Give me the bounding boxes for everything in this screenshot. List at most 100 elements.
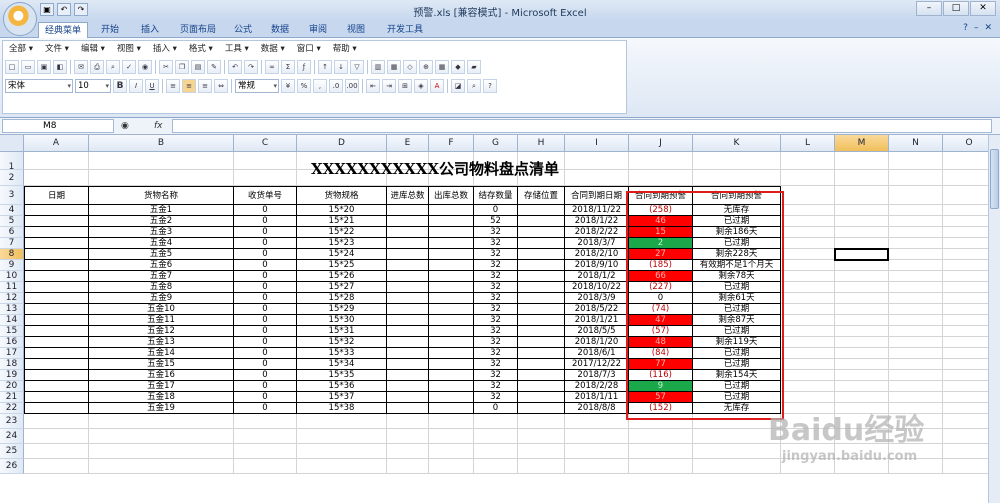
table-cell[interactable]: 0 — [234, 348, 297, 359]
table-cell[interactable] — [518, 392, 565, 403]
table-cell[interactable]: 五金5 — [89, 249, 234, 260]
grid-cell[interactable] — [297, 414, 387, 429]
dropdown-circle-icon[interactable]: ◉ — [121, 119, 129, 133]
table-cell[interactable]: 五金2 — [89, 216, 234, 227]
decrease-indent-icon[interactable]: ⇤ — [366, 79, 380, 93]
table-cell[interactable]: 剩余119天 — [693, 337, 781, 348]
table-cell[interactable] — [518, 249, 565, 260]
table-cell[interactable]: 32 — [474, 326, 518, 337]
grid-cell[interactable] — [429, 444, 474, 459]
grid-cell[interactable] — [943, 152, 988, 170]
table-cell[interactable] — [518, 216, 565, 227]
table-cell[interactable]: 15*38 — [297, 403, 387, 414]
grid-cell[interactable] — [835, 315, 889, 326]
table-cell[interactable]: 32 — [474, 348, 518, 359]
grid-cell[interactable] — [565, 444, 629, 459]
table-cell[interactable]: 已过期 — [693, 238, 781, 249]
office-button[interactable] — [3, 2, 37, 36]
grid-cell[interactable] — [835, 392, 889, 403]
table-cell[interactable] — [387, 392, 429, 403]
table-header-cell[interactable]: 合同到期日期 — [565, 186, 629, 205]
table-cell[interactable] — [518, 238, 565, 249]
table-cell[interactable] — [429, 337, 474, 348]
grid-cell[interactable] — [835, 216, 889, 227]
grid-cell[interactable] — [943, 370, 988, 381]
table-cell[interactable]: 0 — [234, 381, 297, 392]
row-header-4[interactable]: 4 — [0, 205, 24, 216]
grid-cell[interactable] — [89, 444, 234, 459]
filter-icon[interactable]: ▽ — [350, 60, 364, 74]
grid-cell[interactable] — [297, 429, 387, 444]
grid-cell[interactable] — [429, 414, 474, 429]
table-cell[interactable] — [518, 304, 565, 315]
warning-cell[interactable]: (258) — [629, 205, 693, 216]
table-cell[interactable]: 0 — [234, 260, 297, 271]
table-cell[interactable]: 0 — [234, 282, 297, 293]
table-cell[interactable] — [387, 205, 429, 216]
table-cell[interactable]: 五金6 — [89, 260, 234, 271]
table-cell[interactable] — [429, 359, 474, 370]
row-header-17[interactable]: 17 — [0, 348, 24, 359]
increase-indent-icon[interactable]: ⇥ — [382, 79, 396, 93]
table-cell[interactable]: 五金11 — [89, 315, 234, 326]
grid-cell[interactable] — [889, 392, 943, 403]
table-cell[interactable] — [387, 403, 429, 414]
grid-cell[interactable] — [234, 429, 297, 444]
grid-cell[interactable] — [835, 227, 889, 238]
grid-cell[interactable] — [474, 429, 518, 444]
table-cell[interactable] — [387, 348, 429, 359]
table-cell[interactable] — [387, 260, 429, 271]
grid-cell[interactable] — [781, 170, 835, 186]
table-cell[interactable]: 0 — [234, 227, 297, 238]
table-cell[interactable]: 2018/2/28 — [565, 381, 629, 392]
table-cell[interactable] — [429, 326, 474, 337]
grid-cell[interactable] — [781, 326, 835, 337]
grid-cell[interactable] — [835, 170, 889, 186]
copy-icon[interactable]: ❐ — [175, 60, 189, 74]
warning-cell[interactable]: 27 — [629, 249, 693, 260]
tab-insert[interactable]: 插入 — [132, 22, 168, 38]
minimize-button[interactable]: – — [916, 1, 942, 16]
menu-window[interactable]: 窗口 ▾ — [291, 43, 327, 56]
warning-cell[interactable]: (116) — [629, 370, 693, 381]
table-cell[interactable] — [387, 337, 429, 348]
table-cell[interactable] — [429, 392, 474, 403]
table-cell[interactable] — [24, 348, 89, 359]
table-cell[interactable]: 32 — [474, 359, 518, 370]
grid-cell[interactable] — [387, 444, 429, 459]
table-cell[interactable]: 2018/1/21 — [565, 315, 629, 326]
table-cell[interactable]: 0 — [234, 392, 297, 403]
table-cell[interactable]: 剩余61天 — [693, 293, 781, 304]
warning-cell[interactable]: (57) — [629, 326, 693, 337]
table-cell[interactable]: 五金13 — [89, 337, 234, 348]
warning-cell[interactable]: 2 — [629, 238, 693, 249]
table-cell[interactable] — [387, 293, 429, 304]
column-header-e[interactable]: E — [387, 135, 429, 152]
style-icon[interactable]: ◪ — [451, 79, 465, 93]
align-center-icon[interactable]: ≡ — [182, 79, 196, 93]
table-cell[interactable]: 五金15 — [89, 359, 234, 370]
align-right-icon[interactable]: ≡ — [198, 79, 212, 93]
grid-cell[interactable] — [629, 414, 693, 429]
table-cell[interactable]: 32 — [474, 304, 518, 315]
table-cell[interactable]: 52 — [474, 216, 518, 227]
table-cell[interactable]: 15*37 — [297, 392, 387, 403]
menu-help[interactable]: 帮助 ▾ — [327, 43, 363, 56]
warning-cell[interactable]: (227) — [629, 282, 693, 293]
row-header-7[interactable]: 7 — [0, 238, 24, 249]
font-name-combo[interactable]: 宋体 — [5, 79, 73, 93]
grid-cell[interactable] — [889, 370, 943, 381]
table-cell[interactable]: 32 — [474, 249, 518, 260]
table-cell[interactable]: 15*35 — [297, 370, 387, 381]
grid-cell[interactable] — [781, 205, 835, 216]
grid-cell[interactable] — [24, 444, 89, 459]
table-cell[interactable]: 32 — [474, 370, 518, 381]
grid-cell[interactable] — [781, 249, 835, 260]
grid-cell[interactable] — [889, 170, 943, 186]
grid-cell[interactable] — [565, 459, 629, 474]
font-size-combo[interactable]: 10 — [75, 79, 111, 93]
row-header-5[interactable]: 5 — [0, 216, 24, 227]
table-cell[interactable]: 32 — [474, 392, 518, 403]
comma-style-icon[interactable]: , — [313, 79, 327, 93]
table-cell[interactable]: 15*21 — [297, 216, 387, 227]
